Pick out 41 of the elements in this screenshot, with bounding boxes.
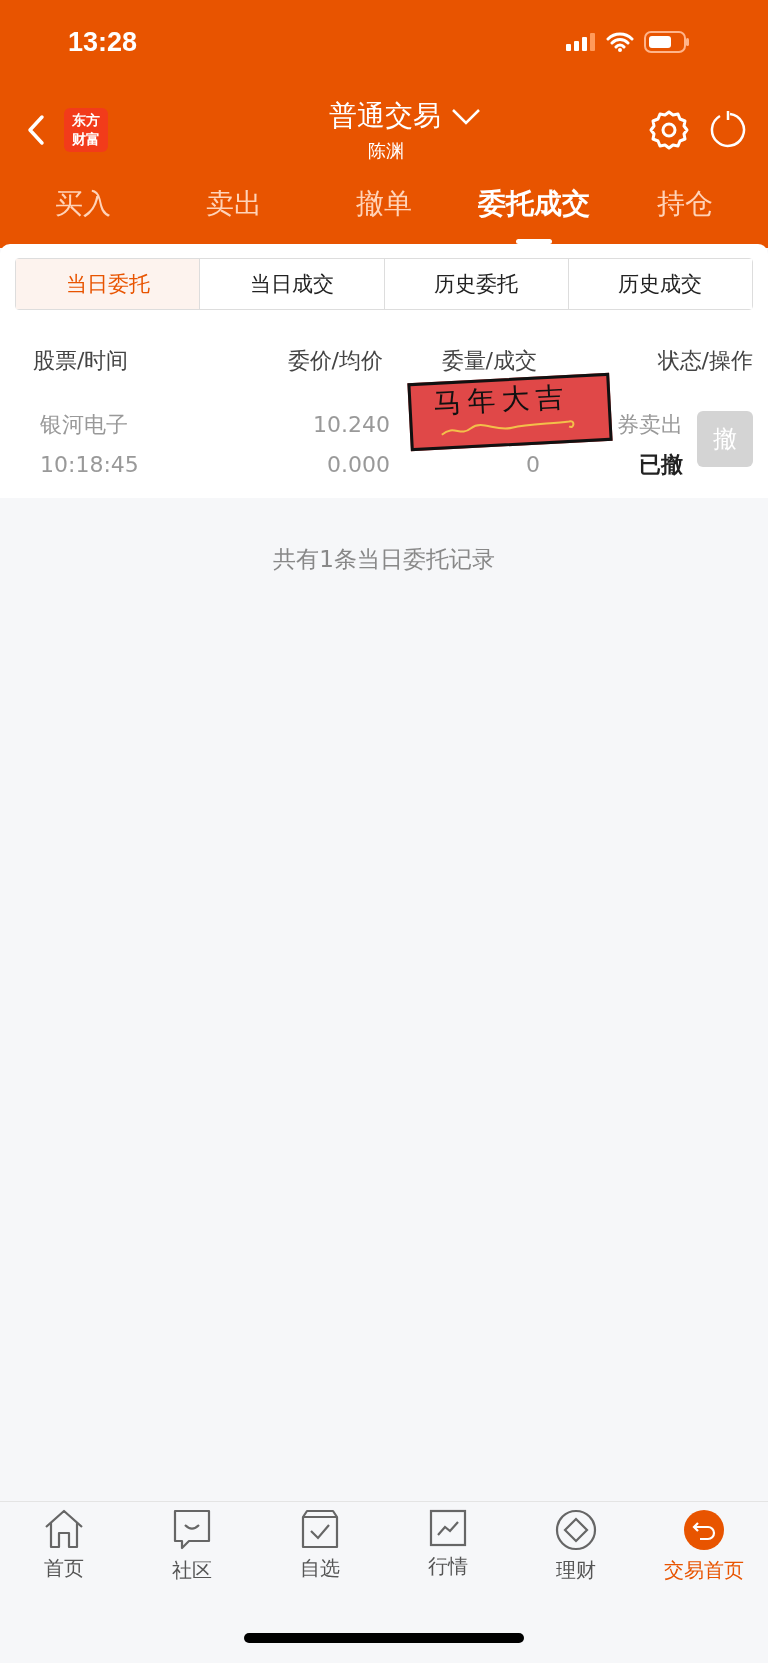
signal-icon xyxy=(566,32,596,52)
trade-tab[interactable]: 撤单 xyxy=(308,176,460,248)
nav-item[interactable]: 自选 xyxy=(256,1508,384,1605)
average-price: 0.000 xyxy=(327,451,390,479)
nav-item[interactable]: 社区 xyxy=(128,1508,256,1605)
order-status: 已撤 xyxy=(639,451,683,479)
sticker-text: 马年大吉 xyxy=(432,379,571,421)
chart-icon xyxy=(429,1509,467,1547)
nav-item[interactable]: 理财 xyxy=(512,1508,640,1605)
app-logo[interactable]: 东方财富 xyxy=(64,108,108,152)
trade-tab[interactable]: 委托成交 xyxy=(459,176,610,248)
column-header: 股票/时间 xyxy=(33,347,130,375)
chevron-down-icon[interactable] xyxy=(451,106,481,126)
return-icon xyxy=(683,1509,725,1551)
trade-tab[interactable]: 持仓 xyxy=(609,176,761,248)
battery-icon xyxy=(644,31,690,53)
stock-name: 银河电子 xyxy=(40,411,129,439)
trade-tab[interactable]: 买入 xyxy=(8,176,159,248)
chat-icon xyxy=(173,1509,211,1551)
filled-quantity: 0 xyxy=(526,451,540,479)
record-count-note: 共有1条当日委托记录 xyxy=(272,545,496,574)
nav-item[interactable]: 交易首页 xyxy=(640,1508,768,1605)
segment-tab[interactable]: 当日委托 xyxy=(16,259,201,309)
checkbox-icon xyxy=(301,1509,339,1549)
trade-tab[interactable]: 卖出 xyxy=(158,176,309,248)
nav-item[interactable]: 首页 xyxy=(0,1508,128,1605)
order-type: 券卖出 xyxy=(617,411,683,439)
column-header: 状态/操作 xyxy=(656,347,753,375)
order-price: 10.240 xyxy=(313,411,390,439)
settings-icon[interactable] xyxy=(648,109,690,151)
account-type-title[interactable]: 普通交易 xyxy=(329,97,441,135)
column-header: 委价/均价 xyxy=(286,347,383,375)
refresh-icon[interactable] xyxy=(708,110,746,150)
status-time: 13:28 xyxy=(68,26,138,58)
back-icon[interactable] xyxy=(26,114,46,146)
wifi-icon xyxy=(606,32,634,52)
order-time: 10:18:45 xyxy=(40,451,140,479)
account-name: 陈渊 xyxy=(368,139,404,163)
home-icon xyxy=(43,1509,85,1549)
nav-item[interactable]: 行情 xyxy=(384,1508,512,1605)
column-header: 委量/成交 xyxy=(440,347,538,375)
